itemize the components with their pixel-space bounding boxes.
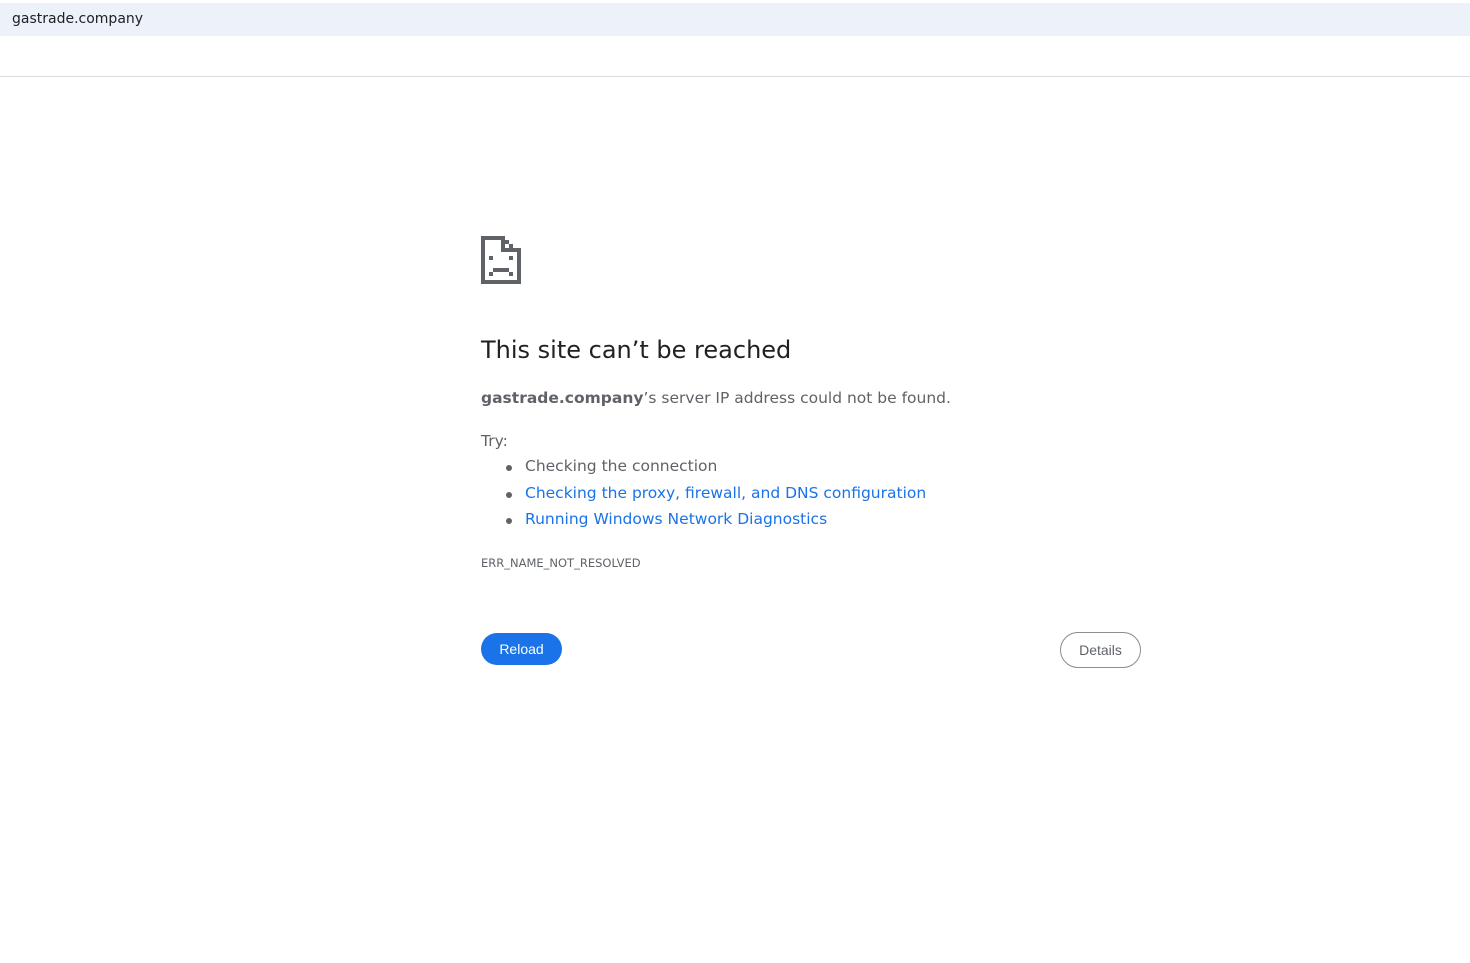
toolbar-divider [0, 76, 1470, 77]
suggestion-check-connection: Checking the connection [525, 457, 718, 475]
error-host: gastrade.company [481, 389, 644, 407]
error-summary-text: ’s server IP address could not be found. [643, 389, 951, 407]
details-button[interactable]: Details [1060, 632, 1141, 668]
suggestions-list: Checking the connection Checking the pro… [481, 457, 926, 537]
address-text[interactable]: gastrade.company [12, 11, 143, 27]
error-summary: gastrade.company’s server IP address cou… [481, 389, 951, 407]
suggestion-network-diagnostics-link[interactable]: Running Windows Network Diagnostics [525, 510, 827, 528]
suggestion-proxy-firewall-dns-link[interactable]: Checking the proxy, firewall, and DNS co… [525, 484, 926, 502]
sad-page-icon [481, 236, 521, 284]
try-label: Try: [481, 432, 508, 450]
reload-button[interactable]: Reload [481, 633, 562, 665]
address-bar[interactable]: gastrade.company [0, 3, 1470, 36]
list-item: Checking the proxy, firewall, and DNS co… [481, 484, 926, 511]
error-code: ERR_NAME_NOT_RESOLVED [481, 556, 641, 570]
error-heading: This site can’t be reached [481, 336, 792, 364]
list-item: Checking the connection [481, 457, 926, 484]
list-item: Running Windows Network Diagnostics [481, 510, 926, 537]
